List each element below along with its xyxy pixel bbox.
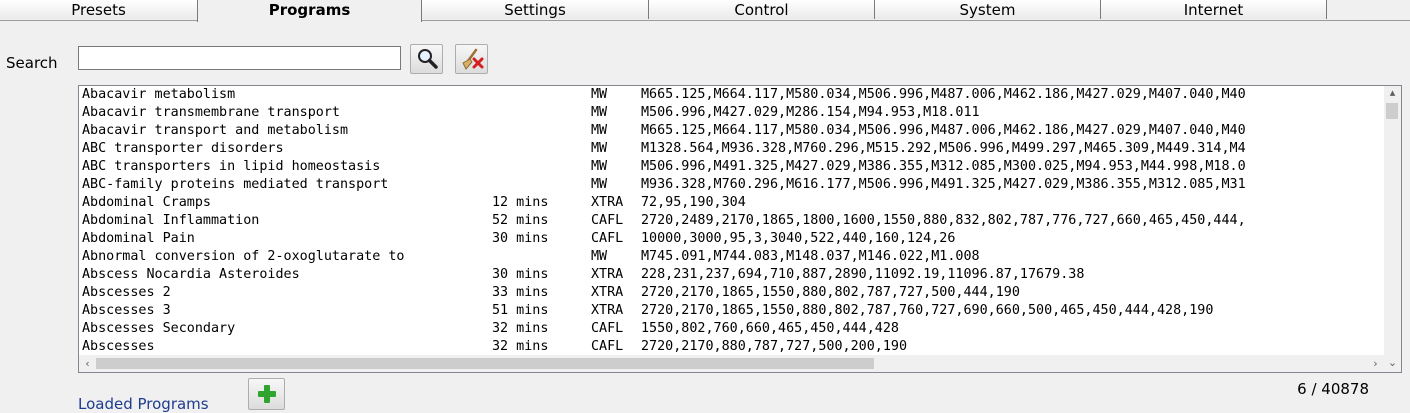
program-duration: 52 mins <box>492 213 549 228</box>
program-name: Abacavir metabolism <box>82 87 236 102</box>
program-list[interactable]: Abacavir metabolism MW M665.125,M664.117,M… <box>78 85 1402 373</box>
program-frequencies: 2720,2489,2170,1865,1800,1600,1550,880,8… <box>641 213 1246 228</box>
program-name: Abacavir transmembrane transport <box>82 105 340 120</box>
program-frequencies: 10000,3000,95,3,3040,522,440,160,124,26 <box>641 231 956 246</box>
table-row[interactable]: Abscesses Secondary 32 mins CAFL 1550,802,7… <box>79 320 1384 338</box>
program-frequencies: 2720,2170,1865,1550,880,802,787,760,727,… <box>641 303 1214 318</box>
program-frequencies: 2720,2170,880,787,727,500,200,190 <box>641 339 908 354</box>
program-name: ABC-family proteins mediated transport <box>82 177 389 192</box>
program-name: ABC transporter disorders <box>82 141 284 156</box>
tab-settings[interactable]: Settings <box>422 0 649 19</box>
broom-clear-icon <box>461 48 483 70</box>
plus-icon <box>257 385 276 403</box>
tab-presets[interactable]: Presets <box>0 0 198 19</box>
program-frequencies: 228,231,237,694,710,887,2890,11092.19,11… <box>641 267 1085 282</box>
horizontal-scrollbar[interactable]: ‹ › <box>79 355 1384 372</box>
program-rows: Abacavir metabolism MW M665.125,M664.117,M… <box>79 86 1384 355</box>
program-type: CAFL <box>591 213 624 228</box>
search-button[interactable] <box>410 44 443 74</box>
scroll-right-icon[interactable]: › <box>1367 355 1384 372</box>
program-type: XTRA <box>591 195 624 210</box>
tab-internet[interactable]: Internet <box>1101 0 1327 19</box>
table-row[interactable]: Abacavir transmembrane transport MW M506.9… <box>79 104 1384 122</box>
program-frequencies: 1550,802,760,660,465,450,444,428 <box>641 321 899 336</box>
table-row[interactable]: Abscesses 3 51 mins XTRA 2720,2170,1865,155… <box>79 302 1384 320</box>
table-row[interactable]: ABC-family proteins mediated transport MW… <box>79 176 1384 194</box>
program-duration: 30 mins <box>492 267 549 282</box>
program-frequencies: 72,95,190,304 <box>641 195 746 210</box>
program-duration: 12 mins <box>492 195 549 210</box>
table-row[interactable]: Abacavir metabolism MW M665.125,M664.117,M… <box>79 86 1384 104</box>
program-type: XTRA <box>591 303 624 318</box>
program-duration: 32 mins <box>492 321 549 336</box>
program-name: Abdominal Inflammation <box>82 213 260 228</box>
table-row[interactable]: Abscesses 2 33 mins XTRA 2720,2170,1865,155… <box>79 284 1384 302</box>
program-name: Abnormal conversion of 2-oxoglutarate to <box>82 249 405 264</box>
program-type: CAFL <box>591 321 624 336</box>
program-type: CAFL <box>591 231 624 246</box>
program-name: Abscesses Secondary <box>82 321 236 336</box>
program-duration: 51 mins <box>492 303 549 318</box>
vertical-scroll-thumb[interactable] <box>1386 103 1398 119</box>
program-frequencies: M1328.564,M936.328,M760.296,M515.292,M50… <box>641 141 1246 156</box>
program-frequencies: M745.091,M744.083,M148.037,M146.022,M1.0… <box>641 249 980 264</box>
scroll-up-icon[interactable]: ▴ <box>1384 86 1401 101</box>
table-row[interactable]: Abscess Nocardia Asteroides 30 mins XTRA 22… <box>79 266 1384 284</box>
search-input[interactable] <box>78 46 401 70</box>
table-row[interactable]: Abacavir transport and metabolism MW M665.… <box>79 122 1384 140</box>
tab-bar: Presets Programs Settings Control System… <box>0 0 1410 22</box>
search-label: Search <box>6 54 58 72</box>
table-row[interactable]: Abscesses 32 mins CAFL 2720,2170,880,787,72… <box>79 338 1384 355</box>
program-name: Abscesses 3 <box>82 303 171 318</box>
program-duration: 33 mins <box>492 285 549 300</box>
program-type: XTRA <box>591 267 624 282</box>
program-frequencies: M506.996,M427.029,M286.154,M94.953,M18.0… <box>641 105 980 120</box>
program-name: Abscess Nocardia Asteroides <box>82 267 300 282</box>
program-frequencies: M506.996,M491.325,M427.029,M386.355,M312… <box>641 159 1246 174</box>
scroll-left-icon[interactable]: ‹ <box>79 355 96 372</box>
program-type: MW <box>591 87 608 102</box>
program-duration: 32 mins <box>492 339 549 354</box>
program-type: MW <box>591 123 608 138</box>
horizontal-scroll-thumb[interactable] <box>96 358 874 369</box>
program-count: 6 / 40878 <box>1297 380 1369 398</box>
program-type: MW <box>591 141 608 156</box>
program-type: MW <box>591 105 608 120</box>
program-name: Abdominal Pain <box>82 231 195 246</box>
program-name: Abscesses 2 <box>82 285 171 300</box>
program-frequencies: M936.328,M760.296,M616.177,M506.996,M491… <box>641 177 1246 192</box>
table-row[interactable]: Abdominal Cramps 12 mins XTRA 72,95,190,304 <box>79 194 1384 212</box>
table-row[interactable]: ABC transporter disorders MW M1328.564,M93… <box>79 140 1384 158</box>
magnifier-icon <box>417 49 438 69</box>
program-name: Abacavir transport and metabolism <box>82 123 349 138</box>
program-name: Abdominal Cramps <box>82 195 211 210</box>
program-duration: 30 mins <box>492 231 549 246</box>
tab-system[interactable]: System <box>875 0 1101 19</box>
program-type: CAFL <box>591 339 624 354</box>
program-name: ABC transporters in lipid homeostasis <box>82 159 381 174</box>
add-program-button[interactable] <box>248 378 285 410</box>
table-row[interactable]: Abnormal conversion of 2-oxoglutarate to… <box>79 248 1384 266</box>
program-frequencies: M665.125,M664.117,M580.034,M506.996,M487… <box>641 123 1246 138</box>
scrollbar-corner: ⌄ <box>1384 355 1401 372</box>
table-row[interactable]: ABC transporters in lipid homeostasis MW M… <box>79 158 1384 176</box>
program-name: Abscesses <box>82 339 155 354</box>
loaded-programs-link[interactable]: Loaded Programs <box>78 395 209 413</box>
program-type: MW <box>591 177 608 192</box>
table-row[interactable]: Abdominal Pain 30 mins CAFL 10000,3000,95,3… <box>79 230 1384 248</box>
tab-control[interactable]: Control <box>649 0 875 19</box>
scroll-down-icon[interactable]: ⌄ <box>1384 354 1401 371</box>
tab-programs[interactable]: Programs <box>197 0 422 22</box>
program-type: MW <box>591 159 608 174</box>
program-frequencies: M665.125,M664.117,M580.034,M506.996,M487… <box>641 87 1246 102</box>
vertical-scrollbar[interactable]: ▴ <box>1384 86 1401 355</box>
program-type: XTRA <box>591 285 624 300</box>
table-row[interactable]: Abdominal Inflammation 52 mins CAFL 2720,24… <box>79 212 1384 230</box>
program-frequencies: 2720,2170,1865,1550,880,802,787,727,500,… <box>641 285 1020 300</box>
clear-search-button[interactable] <box>455 44 488 74</box>
program-type: MW <box>591 249 608 264</box>
